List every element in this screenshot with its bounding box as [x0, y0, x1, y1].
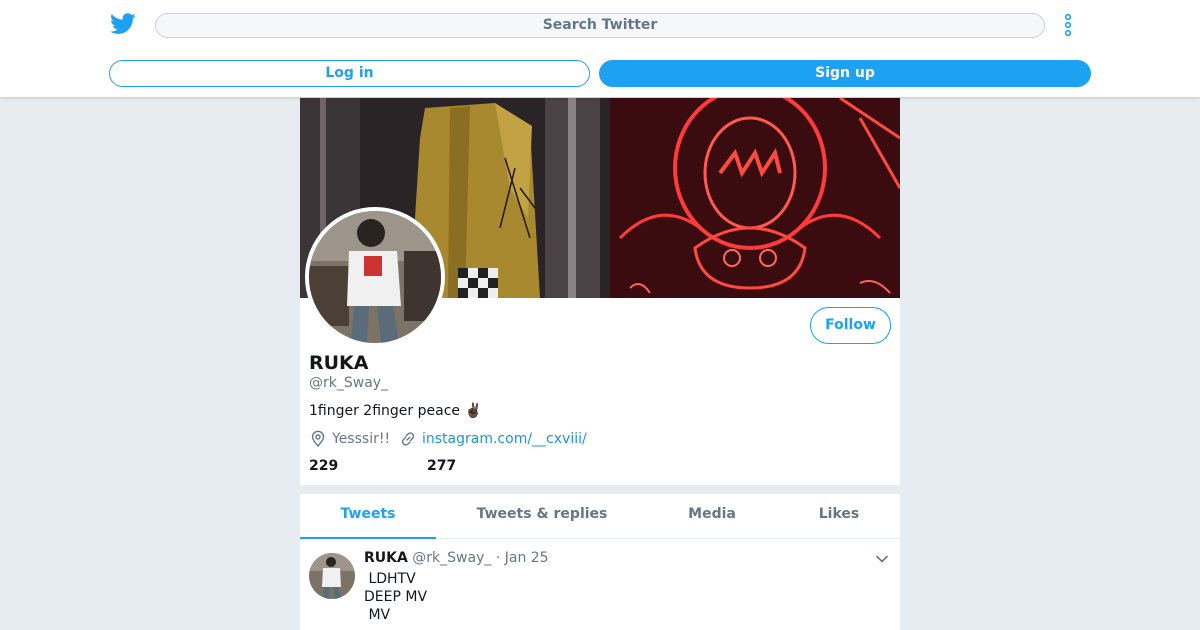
location-text: Yesssir!! — [332, 431, 391, 447]
followers-count[interactable]: 277 — [427, 458, 456, 474]
tweet-author-name[interactable]: RUKA — [364, 550, 408, 566]
tab-tweets[interactable]: Tweets — [300, 494, 436, 539]
tab-likes[interactable]: Likes — [799, 494, 879, 539]
profile-name: RUKA — [309, 352, 369, 374]
chevron-down-icon[interactable] — [875, 552, 889, 566]
tweet-item[interactable]: RUKA @rk_Sway_ · Jan 25 LDHTV DEEP MV MV — [300, 539, 900, 630]
tab-media[interactable]: Media — [662, 494, 762, 539]
profile-bio: 1finger 2finger peace ✌🏿 — [309, 403, 482, 419]
tweet-date[interactable]: Jan 25 — [505, 550, 549, 566]
profile-handle: @rk_Sway_ — [309, 375, 389, 391]
profile-location: Yesssir!! — [309, 430, 390, 448]
tweet-author-handle[interactable]: @rk_Sway_ — [412, 550, 491, 566]
search-input[interactable]: Search Twitter — [155, 13, 1045, 38]
signup-button[interactable]: Sign up — [599, 60, 1091, 87]
vertical-ellipsis-icon[interactable] — [1062, 13, 1074, 37]
link-icon — [401, 432, 415, 446]
tab-tweets-replies[interactable]: Tweets & replies — [462, 494, 622, 539]
follow-button[interactable]: Follow — [810, 307, 891, 344]
profile-avatar[interactable] — [305, 207, 445, 347]
tweet-separator: · — [495, 550, 501, 566]
tweet-avatar[interactable] — [309, 553, 355, 599]
location-pin-icon — [311, 430, 325, 448]
login-button[interactable]: Log in — [109, 60, 590, 87]
tweet-text: LDHTV DEEP MV MV — [364, 571, 428, 623]
top-bar: Search Twitter Log in Sign up — [0, 0, 1200, 98]
following-count[interactable]: 229 — [309, 458, 338, 474]
profile-tabs: Tweets Tweets & replies Media Likes — [300, 494, 900, 539]
profile-card: Follow RUKA @rk_Sway_ 1finger 2finger pe… — [300, 98, 900, 485]
twitter-bird-icon[interactable] — [110, 12, 136, 36]
profile-website[interactable]: instagram.com/__cxviii/ — [399, 430, 587, 448]
tweet-header: RUKA @rk_Sway_ · Jan 25 — [364, 550, 549, 566]
website-link[interactable]: instagram.com/__cxviii/ — [422, 431, 587, 447]
